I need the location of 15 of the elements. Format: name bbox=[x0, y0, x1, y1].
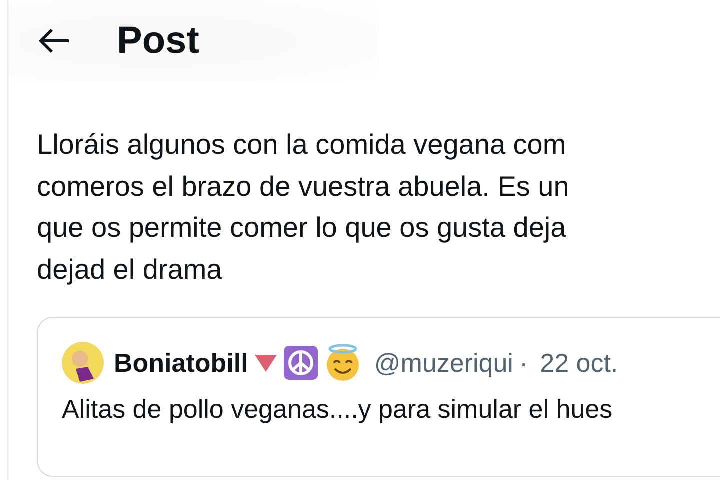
peace-symbol-icon bbox=[284, 346, 318, 380]
post-date[interactable]: 22 oct. bbox=[540, 348, 618, 378]
author-handle[interactable]: @muzeriqui bbox=[374, 348, 514, 378]
quoted-post-text: Alitas de pollo veganas....y para simular el hues bbox=[62, 394, 614, 425]
separator-dot: · bbox=[519, 348, 528, 378]
post-text-line: Lloráis algunos con la comida vegana com bbox=[37, 128, 568, 162]
post-text-line: comeros el brazo de vuestra abuela. Es un bbox=[37, 170, 570, 204]
post-text-line: dejad el drama bbox=[37, 252, 224, 287]
avatar-icon bbox=[62, 342, 104, 384]
quoted-post-card[interactable]: Boniatobill @muzeriqui · 22 oct. Alitas de pollo veganas....y para simular el hues bbox=[37, 317, 720, 477]
author-name[interactable]: Boniatobill bbox=[114, 348, 248, 378]
page-title: Post bbox=[117, 22, 200, 60]
post-text-line: que os permite comer lo que os gusta deja bbox=[37, 211, 568, 245]
triangle-icon bbox=[254, 353, 278, 373]
back-arrow-icon[interactable] bbox=[39, 28, 71, 54]
